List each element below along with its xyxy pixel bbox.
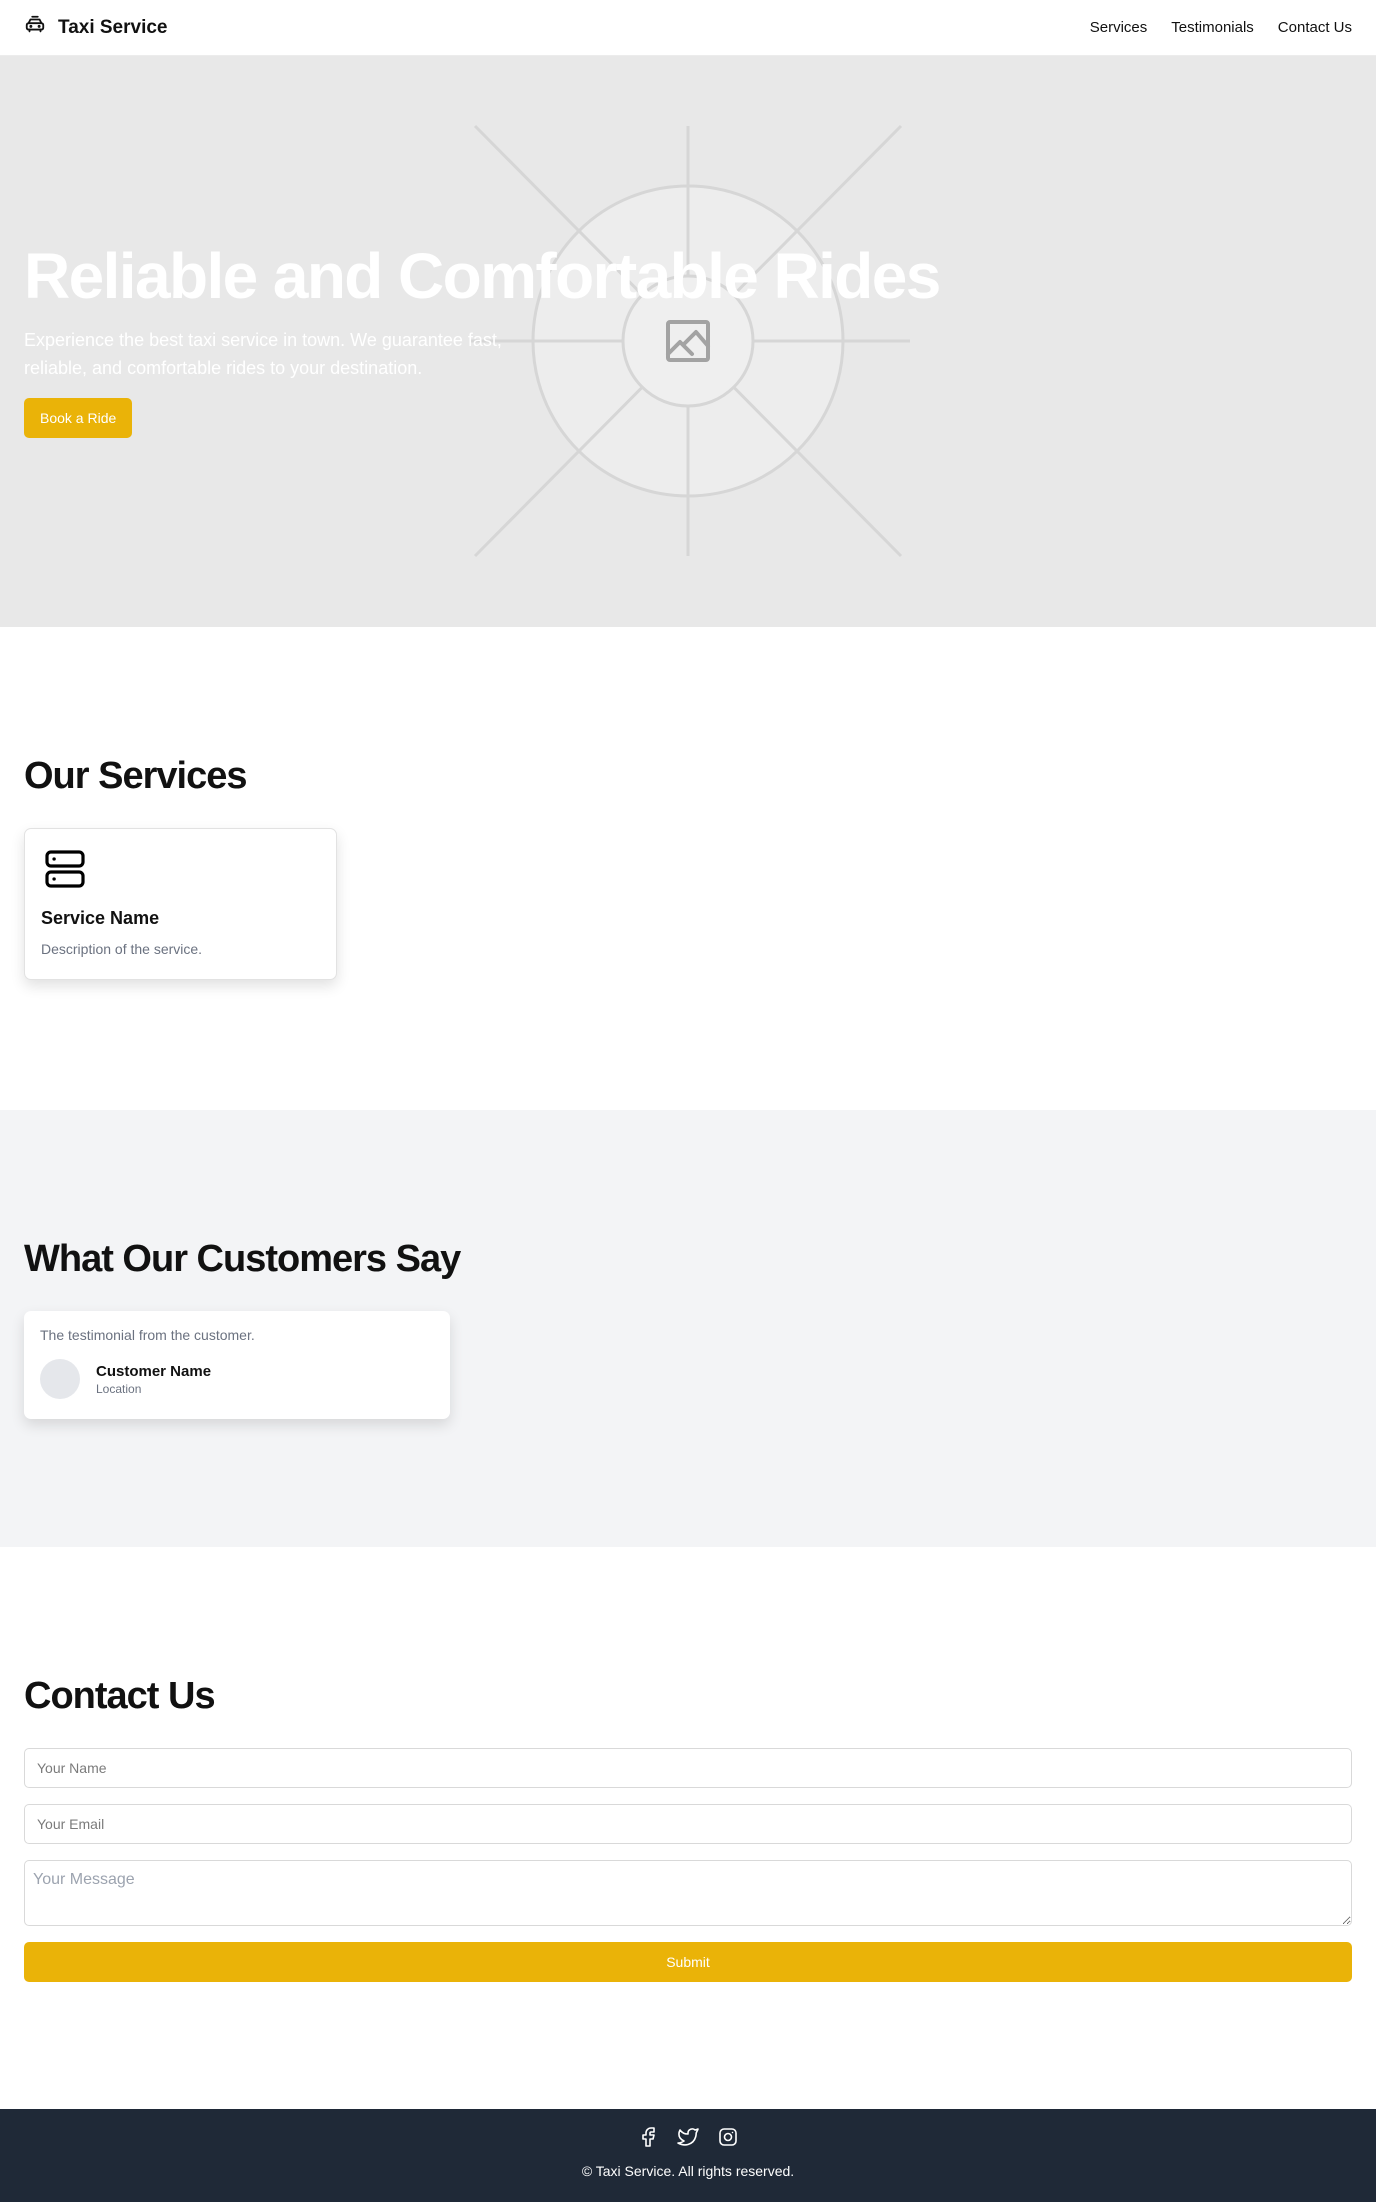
contact-title: Contact Us bbox=[24, 1675, 216, 1717]
contact-form: Submit bbox=[24, 1748, 1352, 1982]
site-footer: © Taxi Service. All rights reserved. bbox=[0, 2109, 1376, 2202]
facebook-icon[interactable] bbox=[636, 2125, 660, 2149]
testimonial-text: The testimonial from the customer. bbox=[40, 1327, 255, 1343]
service-card: Service Name Description of the service. bbox=[24, 828, 337, 980]
testimonials-section: What Our Customers Say The testimonial f… bbox=[0, 1110, 1376, 1547]
book-ride-button[interactable]: Book a Ride bbox=[24, 397, 133, 438]
taxi-icon bbox=[24, 14, 46, 41]
testimonial-card: The testimonial from the customer. Custo… bbox=[24, 1311, 450, 1419]
testimonial-person: Customer Name Location bbox=[40, 1359, 434, 1399]
hero-title: Reliable and Comfortable Rides bbox=[24, 240, 941, 312]
message-textarea[interactable] bbox=[24, 1860, 1352, 1926]
social-links bbox=[636, 2125, 740, 2149]
server-icon bbox=[41, 850, 89, 897]
testimonials-title: What Our Customers Say bbox=[24, 1238, 461, 1280]
service-description: Description of the service. bbox=[41, 941, 203, 957]
hero-content: Reliable and Comfortable Rides Experienc… bbox=[24, 240, 941, 438]
submit-button[interactable]: Submit bbox=[24, 1942, 1352, 1982]
hero-section: Reliable and Comfortable Rides Experienc… bbox=[0, 56, 1376, 627]
name-input[interactable] bbox=[24, 1748, 1352, 1788]
nav-testimonials[interactable]: Testimonials bbox=[1171, 19, 1254, 36]
brand[interactable]: Taxi Service bbox=[24, 14, 168, 41]
instagram-icon[interactable] bbox=[716, 2125, 740, 2149]
hero-subtitle: Experience the best taxi service in town… bbox=[24, 329, 502, 378]
nav-services[interactable]: Services bbox=[1090, 19, 1148, 36]
nav-contact-us[interactable]: Contact Us bbox=[1278, 19, 1352, 36]
avatar bbox=[40, 1359, 80, 1399]
customer-location: Location bbox=[96, 1381, 142, 1396]
services-section: Our Services Service Name Description of… bbox=[0, 627, 1376, 1110]
contact-section: Contact Us Submit bbox=[0, 1547, 1376, 2109]
customer-name: Customer Name bbox=[96, 1362, 212, 1380]
services-title: Our Services bbox=[24, 755, 247, 797]
site-header: Taxi Service Services Testimonials Conta… bbox=[0, 0, 1376, 56]
brand-title: Taxi Service bbox=[58, 16, 168, 38]
main-nav: Services Testimonials Contact Us bbox=[1090, 19, 1352, 36]
service-name: Service Name bbox=[41, 908, 160, 928]
twitter-icon[interactable] bbox=[676, 2125, 700, 2149]
copyright-text: © Taxi Service. All rights reserved. bbox=[581, 2163, 795, 2179]
email-input[interactable] bbox=[24, 1804, 1352, 1844]
